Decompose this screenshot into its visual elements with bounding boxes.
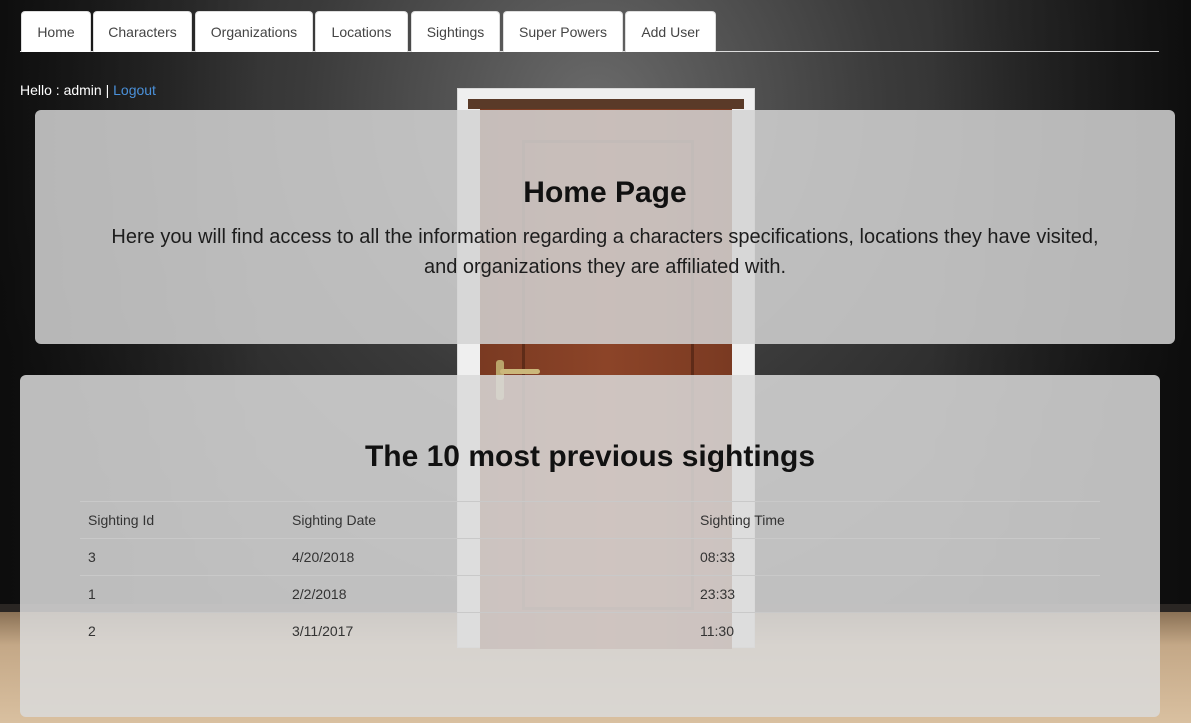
page-title: Home Page	[523, 176, 687, 209]
main-nav-tabs: Home Characters Organizations Locations …	[20, 11, 1159, 52]
page-description: Here you will find access to all the inf…	[111, 226, 1099, 278]
logout-link[interactable]: Logout	[113, 82, 156, 98]
sighting-id-cell: 1	[80, 575, 284, 613]
tab-sightings[interactable]: Sightings	[411, 11, 500, 52]
tab-super-powers[interactable]: Super Powers	[503, 11, 623, 52]
table-header-row: Sighting Id Sighting Date Sighting Time	[80, 501, 1100, 539]
sighting-time-cell: 11:30	[692, 612, 1100, 650]
sightings-table: Sighting Id Sighting Date Sighting Time …	[80, 501, 1100, 650]
tab-locations[interactable]: Locations	[315, 11, 408, 52]
tab-characters[interactable]: Characters	[93, 11, 192, 52]
tab-organizations[interactable]: Organizations	[195, 11, 313, 52]
column-header-sighting-id: Sighting Id	[80, 501, 284, 539]
user-greeting: Hello : admin | Logout	[20, 82, 156, 98]
sighting-date-cell: 3/11/2017	[284, 612, 692, 650]
tab-home[interactable]: Home	[21, 11, 91, 52]
door-handle-lever	[500, 369, 540, 374]
greeting-text: Hello : admin |	[20, 82, 110, 98]
sighting-id-cell: 3	[80, 538, 284, 576]
sighting-date-cell: 4/20/2018	[284, 538, 692, 576]
tab-add-user[interactable]: Add User	[625, 11, 716, 52]
table-row: 2 3/11/2017 11:30	[80, 612, 1100, 650]
sighting-time-cell: 23:33	[692, 575, 1100, 613]
column-header-sighting-date: Sighting Date	[284, 501, 692, 539]
background-door-header	[468, 99, 744, 109]
sighting-date-cell: 2/2/2018	[284, 575, 692, 613]
sighting-id-cell: 2	[80, 612, 284, 650]
table-row: 3 4/20/2018 08:33	[80, 538, 1100, 576]
sighting-time-cell: 08:33	[692, 538, 1100, 576]
sightings-heading: The 10 most previous sightings	[364, 440, 816, 473]
table-row: 1 2/2/2018 23:33	[80, 575, 1100, 613]
column-header-sighting-time: Sighting Time	[692, 501, 1100, 539]
